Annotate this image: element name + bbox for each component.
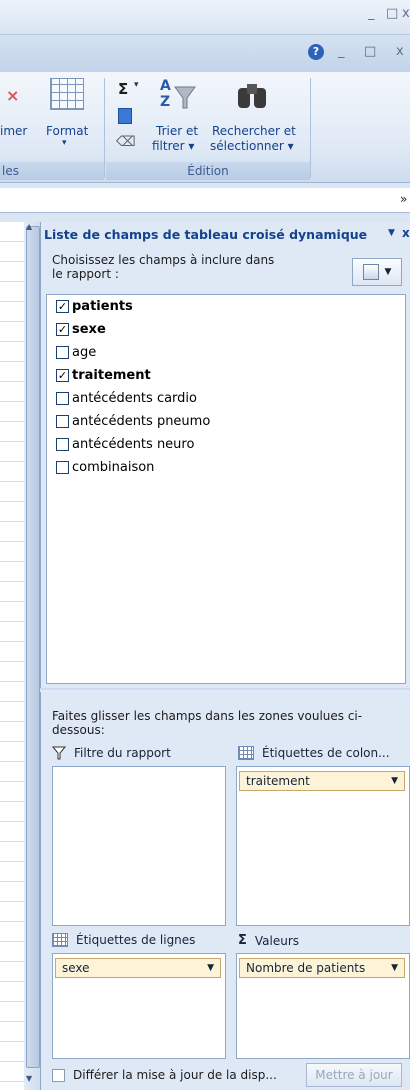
report-filter-header: Filtre du rapport <box>52 746 171 760</box>
values-header: Σ Valeurs <box>238 933 299 948</box>
field-checkbox[interactable] <box>56 461 69 474</box>
choose-fields-label: Choisissez les champs à inclure dans le … <box>52 253 275 281</box>
autosum-arrow-icon[interactable]: ▾ <box>134 80 139 90</box>
find-select-label-1[interactable]: Rechercher et <box>212 124 296 138</box>
field-item[interactable]: ✓ sexe <box>56 322 106 337</box>
field-checkbox[interactable]: ✓ <box>56 369 69 382</box>
autosum-icon[interactable]: Σ <box>118 80 128 98</box>
defer-update-label: Différer la mise à jour de la disp... <box>73 1068 277 1082</box>
expand-formula-icon[interactable]: » <box>400 192 407 206</box>
find-select-label-2[interactable]: sélectionner ▾ <box>210 139 294 153</box>
field-list <box>46 294 406 684</box>
sort-filter-icon[interactable]: A Z <box>160 78 196 114</box>
chip-dropdown-arrow-icon[interactable]: ▼ <box>391 776 398 786</box>
layout-dropdown-arrow-icon: ▼ <box>384 267 392 277</box>
report-filter-zone[interactable] <box>52 766 226 926</box>
row-field-chip[interactable]: sexe ▼ <box>55 958 221 978</box>
field-label: patients <box>72 299 133 314</box>
layout-options-button[interactable]: ▼ <box>352 258 402 286</box>
defer-update-checkbox[interactable] <box>52 1068 65 1082</box>
field-label: combinaison <box>72 460 155 475</box>
menu-bar <box>0 34 410 73</box>
sort-filter-label-1[interactable]: Trier et <box>156 124 198 138</box>
format-icon[interactable] <box>50 78 84 110</box>
scroll-up-icon[interactable]: ▲ <box>26 222 32 231</box>
row-labels-title: Étiquettes de lignes <box>76 933 196 947</box>
field-checkbox[interactable] <box>56 415 69 428</box>
scroll-down-icon[interactable]: ▼ <box>26 1074 32 1083</box>
row-labels-header: Étiquettes de lignes <box>52 933 195 947</box>
values-field-chip[interactable]: Nombre de patients ▼ <box>239 958 405 978</box>
workbook-restore-button[interactable]: □ <box>364 44 376 59</box>
field-checkbox[interactable] <box>56 392 69 405</box>
restore-button[interactable]: □ <box>386 6 398 21</box>
column-labels-header: Étiquettes de colon... <box>238 746 390 760</box>
pane-options-arrow-icon[interactable]: ▼ <box>388 228 395 238</box>
format-dropdown-arrow[interactable]: ▾ <box>62 138 67 148</box>
row-field-chip-label: sexe <box>62 961 90 975</box>
field-checkbox[interactable] <box>56 438 69 451</box>
row-labels-icon <box>52 933 68 947</box>
delete-icon[interactable]: × <box>6 86 19 105</box>
minimize-button[interactable]: _ <box>368 6 375 21</box>
format-button-label[interactable]: Format <box>46 124 88 138</box>
cells-group-label: les <box>0 162 104 180</box>
values-field-chip-label: Nombre de patients <box>246 961 366 975</box>
fill-icon[interactable] <box>118 108 132 124</box>
field-label: age <box>72 345 97 360</box>
field-label: traitement <box>72 368 151 383</box>
update-button[interactable]: Mettre à jour <box>306 1063 402 1087</box>
field-checkbox[interactable] <box>56 346 69 359</box>
group-separator <box>104 78 105 178</box>
workbook-close-button[interactable]: x <box>396 44 404 59</box>
layout-icon <box>362 264 379 280</box>
drag-fields-label: Faites glisser les champs dans les zones… <box>52 709 363 737</box>
pane-title: Liste de champs de tableau croisé dynami… <box>44 227 368 242</box>
field-item[interactable]: ✓ patients <box>56 299 133 314</box>
field-label: sexe <box>72 322 106 337</box>
field-label: antécédents pneumo <box>72 414 211 429</box>
column-labels-title: Étiquettes de colon... <box>262 746 390 760</box>
field-checkbox[interactable]: ✓ <box>56 300 69 313</box>
field-label: antécédents neuro <box>72 437 195 452</box>
field-item[interactable]: combinaison <box>56 460 154 475</box>
chip-dropdown-arrow-icon[interactable]: ▼ <box>207 963 214 973</box>
window-title-bar <box>0 0 410 34</box>
field-label: antécédents cardio <box>72 391 197 406</box>
edit-group-label: Édition <box>106 162 310 180</box>
pane-divider[interactable] <box>40 688 410 692</box>
field-checkbox[interactable]: ✓ <box>56 323 69 336</box>
group-separator-2 <box>310 78 311 178</box>
scrollbar-thumb[interactable] <box>26 226 40 1068</box>
binoculars-icon[interactable] <box>236 80 270 112</box>
delete-button-label[interactable]: imer <box>0 124 27 138</box>
sort-filter-label-2[interactable]: filtrer ▾ <box>152 139 194 153</box>
close-button[interactable]: x <box>402 6 410 21</box>
field-item[interactable]: antécédents pneumo <box>56 414 210 429</box>
worksheet-grid[interactable] <box>0 222 25 1090</box>
pane-close-button[interactable]: x <box>402 226 410 240</box>
field-item[interactable]: antécédents cardio <box>56 391 197 406</box>
sigma-icon: Σ <box>238 933 247 948</box>
defer-update-row: Différer la mise à jour de la disp... <box>52 1068 277 1082</box>
workbook-minimize-button[interactable]: _ <box>338 44 345 59</box>
column-field-chip-label: traitement <box>246 774 310 788</box>
help-icon[interactable]: ? <box>308 44 324 60</box>
clear-icon[interactable]: ⌫ <box>116 134 136 150</box>
field-item[interactable]: ✓ traitement <box>56 368 151 383</box>
report-filter-title: Filtre du rapport <box>74 746 171 760</box>
formula-bar[interactable] <box>0 188 410 213</box>
column-labels-icon <box>238 746 254 760</box>
filter-icon <box>52 746 66 760</box>
field-item[interactable]: antécédents neuro <box>56 437 194 452</box>
field-item[interactable]: age <box>56 345 96 360</box>
column-field-chip[interactable]: traitement ▼ <box>239 771 405 791</box>
chip-dropdown-arrow-icon[interactable]: ▼ <box>391 963 398 973</box>
values-title: Valeurs <box>254 933 300 948</box>
cells-group-text: les <box>2 164 19 178</box>
